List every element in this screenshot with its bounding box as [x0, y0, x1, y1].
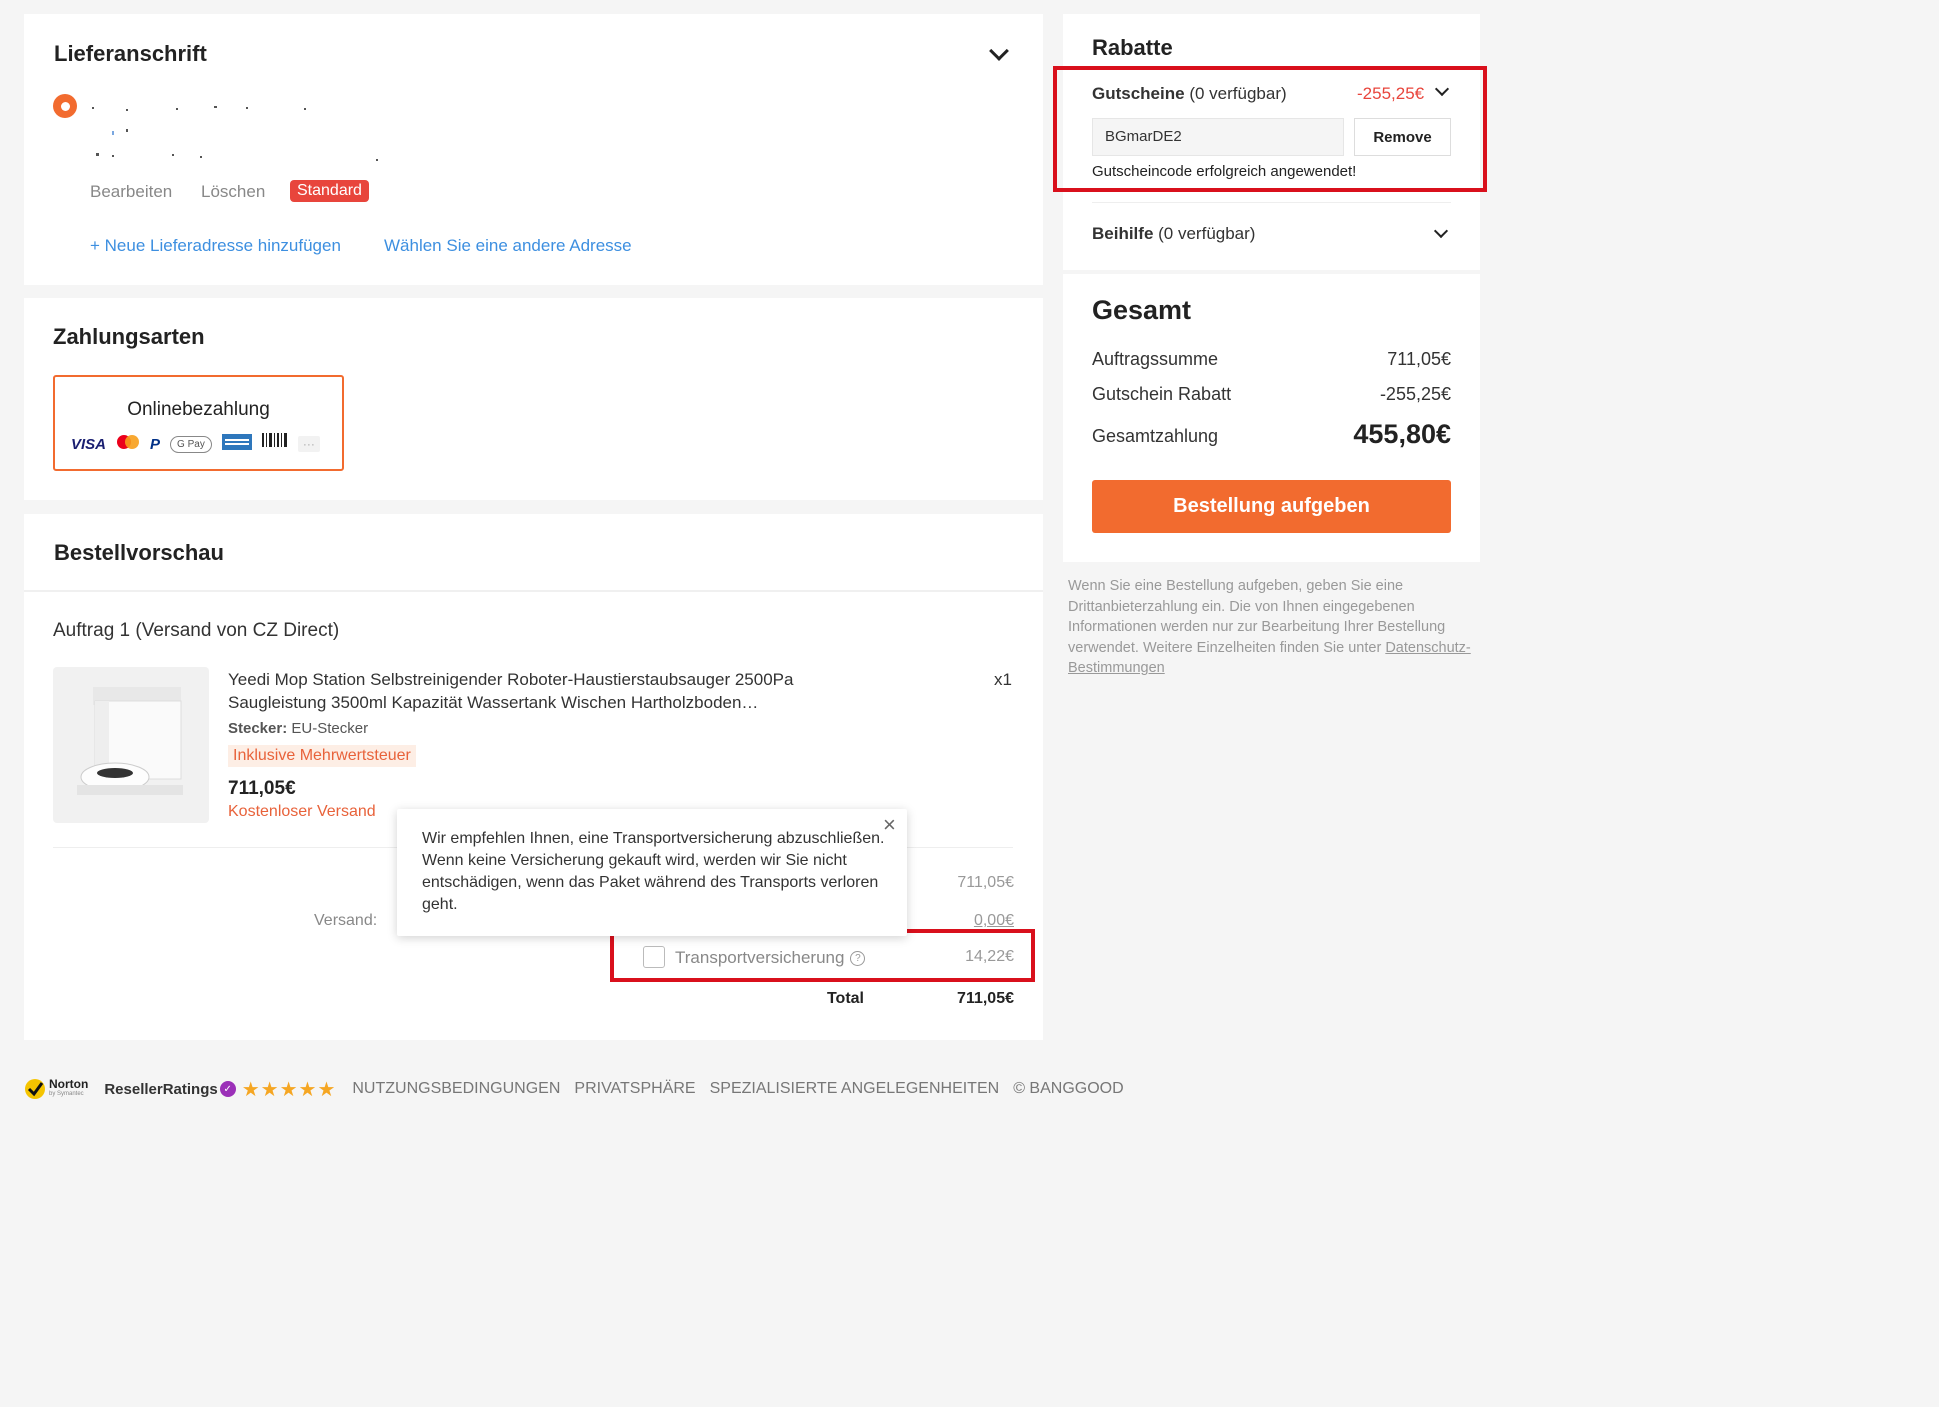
payment-icons: VISA P G Pay ···	[71, 432, 331, 456]
divider	[1092, 202, 1451, 203]
footer: Norton by Symantec ResellerRatings ✓ ★★★…	[24, 1074, 1124, 1104]
address-collapse-toggle[interactable]	[989, 41, 1009, 61]
shipping-address-card: Lieferanschrift Bearbeiten Löschen Stand…	[24, 14, 1043, 285]
footer-link-special-matters[interactable]: SPEZIALISIERTE ANGELEGENHEITEN	[710, 1080, 1000, 1098]
grand-total-value: 455,80€	[1353, 419, 1451, 449]
plug-label: Stecker:	[228, 720, 288, 737]
product-price: 711,05€	[228, 778, 296, 799]
total-label: Total	[826, 990, 864, 1007]
online-payment-label: Onlinebezahlung	[127, 399, 270, 420]
default-badge: Standard	[290, 180, 369, 202]
allowance-label: Beihilfe	[1092, 224, 1154, 243]
order-summary-card: Gesamt Auftragssumme 711,05€ Gutschein R…	[1063, 274, 1480, 562]
shipping-label: Versand:	[314, 912, 378, 929]
address-line-redacted-3	[90, 150, 390, 162]
online-payment-option[interactable]: Onlinebezahlung VISA P G Pay ···	[53, 375, 344, 471]
product-quantity: x1	[994, 670, 1012, 689]
divider	[24, 590, 1043, 592]
order-subtitle: Auftrag 1 (Versand von CZ Direct)	[53, 620, 340, 641]
choose-other-address-link[interactable]: Wählen Sie eine andere Adresse	[384, 236, 632, 256]
free-shipping-note: Kostenloser Versand	[228, 803, 376, 820]
product-name[interactable]: Yeedi Mop Station Selbstreinigender Robo…	[228, 668, 868, 714]
tooltip-text: Wir empfehlen Ihnen, eine Transportversi…	[422, 830, 885, 913]
address-line-redacted	[86, 100, 346, 111]
chevron-down-icon	[989, 41, 1009, 61]
allowance-count: (0 verfügbar)	[1158, 224, 1256, 243]
delete-address-link[interactable]: Löschen	[201, 182, 265, 202]
footer-link-privacy[interactable]: PRIVATSPHÄRE	[574, 1080, 695, 1098]
google-pay-icon: G Pay	[170, 435, 212, 453]
reseller-ratings-logo[interactable]: ResellerRatings	[104, 1081, 217, 1098]
order-sum-label: Auftragssumme	[1092, 349, 1219, 369]
add-address-link[interactable]: + Neue Lieferadresse hinzufügen	[90, 236, 341, 256]
allowance-row[interactable]: Beihilfe (0 verfügbar)	[1092, 224, 1255, 244]
rating-stars: ★★★★★	[241, 1078, 337, 1101]
coupon-highlight-box	[1053, 66, 1487, 192]
amex-icon	[221, 433, 252, 455]
product-image[interactable]	[53, 667, 209, 823]
norton-check-icon	[25, 1079, 45, 1099]
more-payments-icon: ···	[297, 436, 320, 452]
payment-methods-card: Zahlungsarten Onlinebezahlung VISA P G P…	[24, 298, 1043, 500]
footer-copyright: © BANGGOOD	[1013, 1080, 1124, 1097]
grand-total-label: Gesamtzahlung	[1092, 426, 1219, 446]
footer-link-terms[interactable]: NUTZUNGSBEDINGUNGEN	[352, 1080, 560, 1098]
order-preview-title: Bestellvorschau	[54, 540, 224, 565]
visa-icon: VISA	[71, 435, 107, 453]
address-title: Lieferanschrift	[54, 41, 207, 66]
summary-title: Gesamt	[1092, 295, 1192, 325]
address-radio[interactable]	[53, 94, 77, 118]
close-icon[interactable]: ×	[883, 814, 896, 836]
coupon-discount-value: -255,25€	[1379, 384, 1451, 404]
plug-type: Stecker: EU-Stecker	[228, 720, 368, 737]
allowance-toggle[interactable]	[1433, 223, 1449, 239]
mastercard-icon	[116, 434, 140, 455]
norton-sub-label: by Symantec	[49, 1091, 84, 1097]
vat-included-tag: Inklusive Mehrwertsteuer	[228, 745, 416, 767]
insurance-tooltip: Wir empfehlen Ihnen, eine Transportversi…	[397, 809, 907, 936]
address-line-redacted-2	[110, 124, 150, 135]
insurance-highlight-box	[610, 929, 1035, 982]
plug-value: EU-Stecker	[291, 720, 369, 737]
payment-disclaimer: Wenn Sie eine Bestellung aufgeben, geben…	[1068, 576, 1480, 679]
payment-title: Zahlungsarten	[53, 324, 205, 349]
coupon-discount-label: Gutschein Rabatt	[1092, 384, 1232, 404]
edit-address-link[interactable]: Bearbeiten	[90, 182, 172, 202]
discounts-title: Rabatte	[1092, 35, 1173, 60]
order-sum-value: 711,05€	[1387, 349, 1451, 369]
verified-check-icon: ✓	[219, 1081, 236, 1097]
boleto-icon	[261, 432, 288, 456]
chevron-down-icon	[1433, 223, 1449, 239]
total-value: 711,05€	[957, 990, 1014, 1007]
norton-label: Norton	[49, 1077, 89, 1091]
norton-badge[interactable]: Norton by Symantec	[24, 1078, 88, 1100]
place-order-button[interactable]: Bestellung aufgeben	[1092, 480, 1451, 533]
paypal-icon: P	[150, 435, 161, 453]
